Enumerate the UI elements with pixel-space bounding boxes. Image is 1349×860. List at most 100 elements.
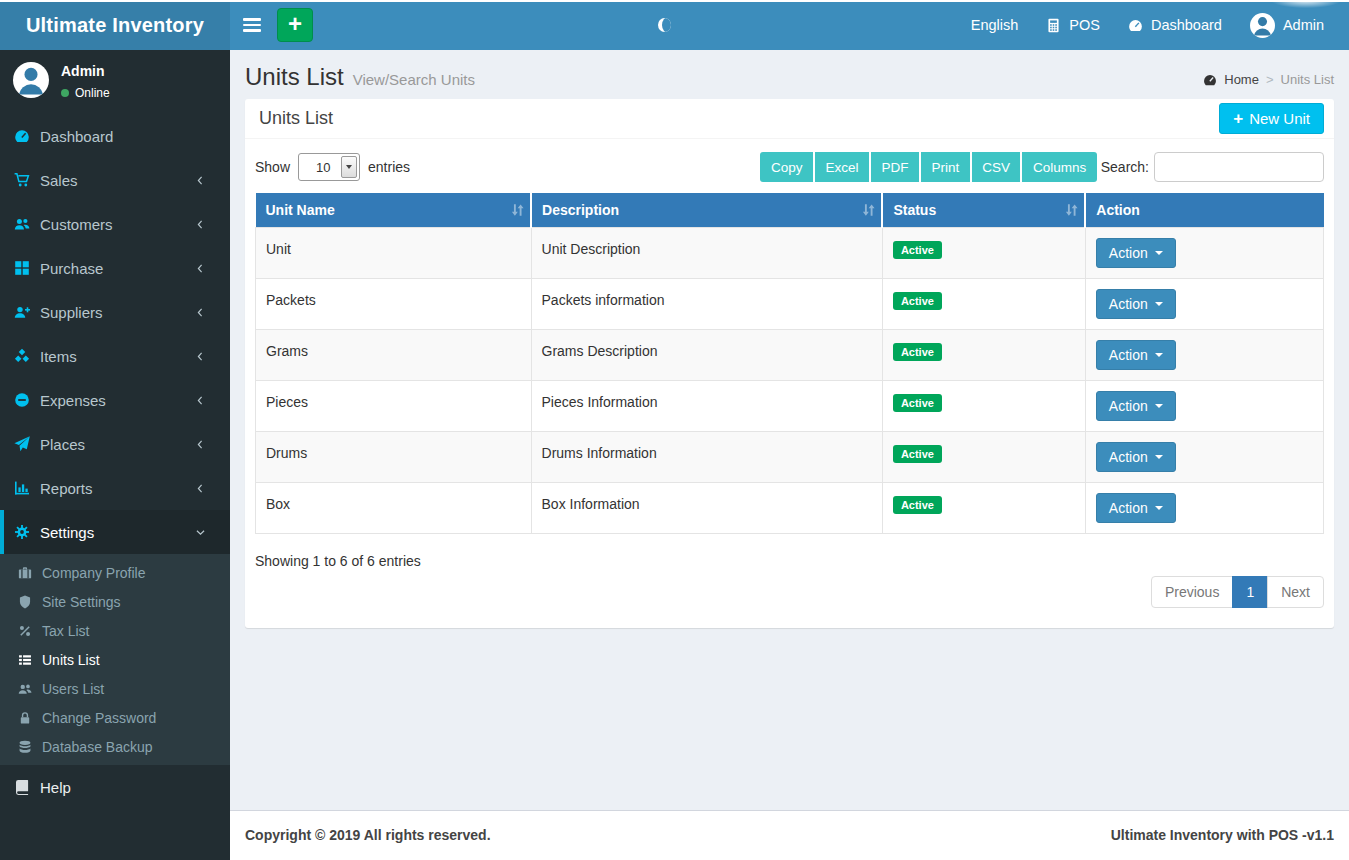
- gears-icon: [14, 524, 30, 540]
- sidebar-item-purchase[interactable]: Purchase: [0, 246, 230, 290]
- content: Units ListView/Search Units Home > Units…: [230, 50, 1349, 810]
- top-highlight-line: [0, 0, 1349, 2]
- caret-down-icon: [1155, 455, 1163, 459]
- percent-icon: [18, 624, 32, 638]
- database-icon: [18, 740, 32, 754]
- sidebar-user-panel: Admin Online: [0, 50, 230, 110]
- column-header-description[interactable]: Description: [531, 193, 882, 228]
- breadcrumb-current: Units List: [1281, 72, 1334, 87]
- export-copy-button[interactable]: Copy: [760, 152, 813, 182]
- cubes-icon: [14, 348, 30, 364]
- settings-submenu: Company ProfileSite SettingsTax ListUnit…: [0, 554, 230, 765]
- sidebar-subitem-tax-list[interactable]: Tax List: [0, 616, 230, 645]
- status-badge: Active: [893, 343, 942, 361]
- chevron-left-icon: [195, 307, 206, 318]
- action-button[interactable]: Action: [1096, 238, 1176, 268]
- table-row-drums: DrumsDrums InformationActiveAction: [256, 432, 1324, 483]
- minus-circle-icon: [14, 392, 30, 408]
- cell-description: Packets information: [531, 279, 882, 330]
- export-csv-button[interactable]: CSV: [972, 152, 1021, 182]
- cell-status: Active: [882, 432, 1085, 483]
- sidebar-subitem-database-backup[interactable]: Database Backup: [0, 732, 230, 761]
- search-label: Search:: [1101, 159, 1149, 175]
- cell-description: Box Information: [531, 483, 882, 534]
- action-button[interactable]: Action: [1096, 391, 1176, 421]
- online-dot-icon: [61, 89, 69, 97]
- action-button[interactable]: Action: [1096, 289, 1176, 319]
- sidebar-subitem-change-password[interactable]: Change Password: [0, 703, 230, 732]
- chevron-left-icon: [195, 219, 206, 230]
- search-input[interactable]: [1154, 152, 1324, 182]
- sort-icon: [1064, 203, 1079, 218]
- chevron-left-icon: [195, 483, 206, 494]
- action-button[interactable]: Action: [1096, 493, 1176, 523]
- page-length-select[interactable]: 10: [298, 153, 360, 181]
- sidebar-item-reports[interactable]: Reports: [0, 466, 230, 510]
- export-pdf-button[interactable]: PDF: [871, 152, 919, 182]
- pagination-page-active[interactable]: 1: [1232, 576, 1268, 608]
- hamburger-menu-icon[interactable]: [243, 18, 261, 32]
- sidebar-subitem-users-list[interactable]: Users List: [0, 674, 230, 703]
- cell-description: Pieces Information: [531, 381, 882, 432]
- cell-description: Grams Description: [531, 330, 882, 381]
- sidebar-item-suppliers[interactable]: Suppliers: [0, 290, 230, 334]
- lock-icon: [18, 711, 32, 725]
- cell-unit-name: Unit: [256, 228, 532, 279]
- export-columns-button[interactable]: Columns: [1022, 152, 1096, 182]
- table-row-packets: PacketsPackets informationActiveAction: [256, 279, 1324, 330]
- caret-down-icon: [1155, 251, 1163, 255]
- sidebar-subitem-site-settings[interactable]: Site Settings: [0, 587, 230, 616]
- units-table: Unit NameDescriptionStatusAction UnitUni…: [255, 193, 1324, 534]
- sidebar-subitem-units-list[interactable]: Units List: [0, 645, 230, 674]
- page-length-control: Show 10 entries: [255, 153, 410, 181]
- status-badge: Active: [893, 241, 942, 259]
- sidebar-item-sales[interactable]: Sales: [0, 158, 230, 202]
- sidebar-item-dashboard[interactable]: Dashboard: [0, 114, 230, 158]
- nav-pos[interactable]: POS: [1032, 0, 1114, 50]
- footer-version: Ultimate Inventory with POS -v1.1: [1111, 827, 1334, 844]
- navbar: + English POS Dashboard Admin: [230, 0, 1349, 50]
- column-header-unit-name[interactable]: Unit Name: [256, 193, 532, 228]
- briefcase-icon: [18, 566, 32, 580]
- export-print-button[interactable]: Print: [921, 152, 970, 182]
- pagination-next[interactable]: Next: [1267, 576, 1324, 608]
- sidebar-item-expenses[interactable]: Expenses: [0, 378, 230, 422]
- caret-down-icon: [1155, 404, 1163, 408]
- footer-copyright: Copyright © 2019 All rights reserved.: [245, 827, 491, 844]
- cell-status: Active: [882, 279, 1085, 330]
- action-button[interactable]: Action: [1096, 442, 1176, 472]
- sidebar-item-customers[interactable]: Customers: [0, 202, 230, 246]
- export-excel-button[interactable]: Excel: [815, 152, 869, 182]
- sidebar-item-settings[interactable]: Settings: [0, 510, 230, 554]
- nav-dashboard[interactable]: Dashboard: [1114, 0, 1236, 50]
- page-subtitle: View/Search Units: [353, 71, 475, 88]
- pagination-previous[interactable]: Previous: [1151, 576, 1233, 608]
- new-unit-button[interactable]: +New Unit: [1219, 103, 1324, 134]
- sidebar-item-help[interactable]: Help: [0, 765, 230, 809]
- nav-language[interactable]: English: [957, 0, 1033, 50]
- status-badge: Active: [893, 292, 942, 310]
- column-header-action: Action: [1085, 193, 1323, 228]
- sidebar-item-places[interactable]: Places: [0, 422, 230, 466]
- column-header-status[interactable]: Status: [882, 193, 1085, 228]
- cell-status: Active: [882, 483, 1085, 534]
- sort-icon: [510, 203, 525, 218]
- units-list-box: Units List +New Unit Show 10 entries Cop…: [245, 99, 1334, 628]
- user-avatar: [1250, 13, 1275, 38]
- brand[interactable]: Ultimate Inventory: [0, 0, 230, 50]
- cell-description: Unit Description: [531, 228, 882, 279]
- action-button[interactable]: Action: [1096, 340, 1176, 370]
- sidebar-item-items[interactable]: Items: [0, 334, 230, 378]
- chevron-left-icon: [195, 439, 206, 450]
- cell-status: Active: [882, 228, 1085, 279]
- top-navbar: Ultimate Inventory + English POS Dashboa…: [0, 0, 1349, 50]
- select-arrow-icon: [341, 156, 357, 178]
- crescent-moon-icon[interactable]: [658, 18, 671, 32]
- calculator-icon: [1046, 18, 1061, 33]
- add-button[interactable]: +: [277, 8, 313, 42]
- user-avatar-large: [13, 62, 49, 98]
- breadcrumb-home[interactable]: Home: [1224, 72, 1259, 87]
- cell-action: Action: [1085, 228, 1323, 279]
- home-icon: [1203, 73, 1217, 87]
- sidebar-subitem-company-profile[interactable]: Company Profile: [0, 558, 230, 587]
